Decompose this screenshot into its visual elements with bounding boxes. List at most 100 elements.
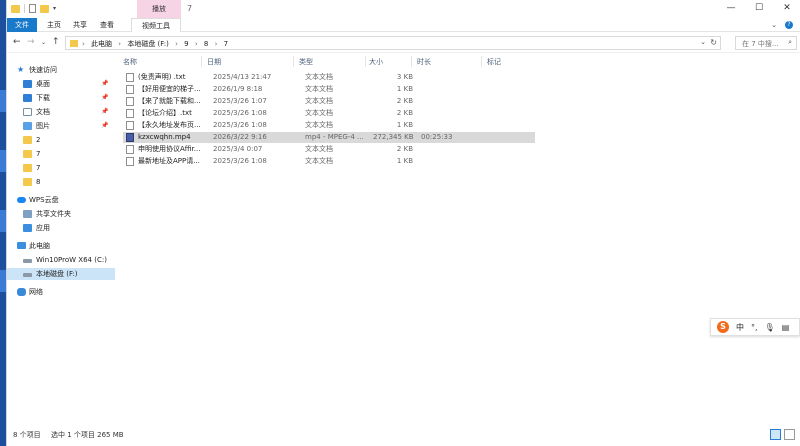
column-header-name[interactable]: 名称 — [123, 57, 137, 67]
pin-icon[interactable]: 📌 — [101, 120, 108, 132]
customize-toolbar-icon[interactable]: ▾ — [53, 5, 56, 12]
pin-icon[interactable]: 📌 — [101, 106, 108, 118]
column-divider[interactable] — [365, 56, 366, 67]
column-header-date[interactable]: 日期 — [207, 57, 221, 67]
large-icons-view-icon[interactable] — [784, 429, 795, 440]
breadcrumb-7[interactable]: 7 — [224, 40, 228, 48]
refresh-icon[interactable]: ↻ — [710, 38, 717, 47]
nav-item-folder-7a[interactable]: 7 — [7, 148, 115, 160]
nav-quick-access[interactable]: ★ 快速访问 — [7, 64, 115, 76]
column-header-length[interactable]: 时长 — [417, 57, 431, 67]
column-divider[interactable] — [293, 56, 294, 67]
table-row[interactable]: 最新地址及APP请... 2025/3/26 1:08 文本文档 1 KB — [123, 156, 535, 167]
maximize-button[interactable]: ☐ — [745, 0, 773, 18]
nav-item-folder-7b[interactable]: 7 — [7, 162, 115, 174]
file-name: 【来了就能下载和... — [138, 97, 201, 105]
table-row[interactable]: 【好用便宜的梯子... 2026/1/9 8:18 文本文档 1 KB — [123, 84, 535, 95]
nav-item-desktop[interactable]: 桌面 📌 — [7, 78, 115, 90]
nav-label: 下载 — [36, 94, 50, 102]
chevron-right-icon[interactable]: › — [118, 40, 121, 48]
table-row[interactable]: kzxcwqhn.mp4 2026/3/22 9:16 mp4 - MPEG-4 .… — [123, 132, 535, 143]
tab-file[interactable]: 文件 — [7, 18, 37, 32]
nav-item-apps[interactable]: 应用 — [7, 222, 115, 234]
nav-item-documents[interactable]: 文档 📌 — [7, 106, 115, 118]
table-row[interactable]: (免责声明) .txt 2025/4/13 21:47 文本文档 3 KB — [123, 72, 535, 83]
text-file-icon — [126, 97, 134, 106]
column-divider[interactable] — [481, 56, 482, 67]
nav-item-downloads[interactable]: 下载 📌 — [7, 92, 115, 104]
expand-ribbon-icon[interactable]: ⌄ — [771, 21, 777, 29]
punctuation-icon[interactable]: °, — [751, 323, 758, 332]
breadcrumb-8[interactable]: 8 — [204, 40, 208, 48]
window-title: 7 — [187, 4, 193, 13]
column-header-size[interactable]: 大小 — [369, 57, 383, 67]
tab-home[interactable]: 主页 — [43, 18, 65, 32]
address-dropdown-icon[interactable]: ⌄ — [700, 38, 706, 46]
back-arrow-icon[interactable]: ← — [13, 37, 21, 47]
tab-view[interactable]: 查看 — [96, 18, 118, 32]
nav-item-shared-folder[interactable]: 共享文件夹 — [7, 208, 115, 220]
tab-video-tools[interactable]: 视频工具 — [131, 18, 181, 32]
details-view-icon[interactable] — [770, 429, 781, 440]
nav-item-folder-8[interactable]: 8 — [7, 176, 115, 188]
column-divider[interactable] — [201, 56, 202, 67]
forward-arrow-icon[interactable]: → — [27, 37, 35, 47]
breadcrumb-drive-f[interactable]: 本地磁盘 (F:) — [127, 40, 169, 48]
column-divider[interactable] — [411, 56, 412, 67]
computer-icon — [17, 242, 26, 249]
tab-share[interactable]: 共享 — [69, 18, 91, 32]
table-row[interactable]: 【永久地址发布页... 2025/3/26 1:08 文本文档 1 KB — [123, 120, 535, 131]
up-arrow-icon[interactable]: ↑ — [52, 37, 60, 47]
recent-locations-icon[interactable]: ⌄ — [41, 39, 46, 46]
nav-label: 图片 — [36, 122, 50, 130]
navigation-pane: ★ 快速访问 桌面 📌 下载 📌 文档 📌 图片 📌 2 7 7 8 WPS云盘… — [7, 54, 115, 426]
folder-icon — [23, 150, 32, 158]
minimize-button[interactable]: — — [717, 0, 745, 18]
nav-item-folder-2[interactable]: 2 — [7, 134, 115, 146]
file-date: 2025/3/4 0:07 — [213, 145, 263, 153]
pin-icon[interactable]: 📌 — [101, 78, 108, 90]
column-header-type[interactable]: 类型 — [299, 57, 313, 67]
search-box[interactable]: 在 7 中搜... ⌕ — [735, 36, 797, 50]
sogou-logo-icon[interactable]: S — [717, 321, 729, 333]
column-header-tags[interactable]: 标记 — [487, 57, 501, 67]
ribbon-right-controls: ⌄ ? — [771, 21, 793, 29]
nav-item-drive-c[interactable]: Win10ProW X64 (C:) — [7, 254, 115, 266]
chevron-right-icon[interactable]: › — [195, 40, 198, 48]
new-folder-icon[interactable] — [40, 4, 49, 13]
chevron-right-icon[interactable]: › — [175, 40, 178, 48]
quick-access-toolbar: ▾ — [11, 4, 56, 13]
file-size: 2 KB — [396, 109, 413, 117]
folder-icon — [11, 4, 20, 13]
nav-item-drive-f[interactable]: 本地磁盘 (F:) — [7, 268, 115, 280]
close-button[interactable]: ✕ — [773, 0, 800, 18]
nav-network[interactable]: 网络 — [7, 286, 115, 298]
nav-label: 本地磁盘 (F:) — [36, 270, 78, 278]
contextual-tab-play[interactable]: 播放 — [137, 0, 181, 18]
file-name: 最新地址及APP请... — [138, 157, 200, 165]
chevron-right-icon[interactable]: › — [215, 40, 218, 48]
ime-language-toggle[interactable]: 中 — [736, 322, 744, 333]
microphone-icon[interactable]: 🎙 — [765, 323, 775, 332]
file-type: mp4 - MPEG-4 ... — [305, 133, 364, 141]
nav-wps-cloud[interactable]: WPS云盘 — [7, 194, 115, 206]
help-icon[interactable]: ? — [785, 21, 793, 29]
table-row[interactable]: 【来了就能下载和... 2025/3/26 1:07 文本文档 2 KB — [123, 96, 535, 107]
pin-icon[interactable]: 📌 — [101, 92, 108, 104]
address-bar[interactable]: › 此电脑 › 本地磁盘 (F:) › 9 › 8 › 7 ⌄ ↻ — [65, 36, 721, 50]
nav-label: 网络 — [29, 288, 43, 296]
text-file-icon — [126, 157, 134, 166]
table-row[interactable]: 【论坛介绍】.txt 2025/3/26 1:08 文本文档 2 KB — [123, 108, 535, 119]
properties-icon[interactable] — [29, 4, 36, 13]
search-input[interactable]: 在 7 中搜... — [742, 39, 779, 49]
cloud-icon — [17, 197, 26, 203]
file-date: 2025/3/26 1:08 — [213, 157, 267, 165]
breadcrumb-this-pc[interactable]: 此电脑 — [91, 40, 112, 48]
nav-item-pictures[interactable]: 图片 📌 — [7, 120, 115, 132]
chevron-right-icon[interactable]: › — [82, 40, 85, 48]
file-date: 2025/3/26 1:08 — [213, 121, 267, 129]
table-row[interactable]: 申明使用协议Affir... 2025/3/4 0:07 文本文档 2 KB — [123, 144, 535, 155]
breadcrumb-9[interactable]: 9 — [184, 40, 188, 48]
nav-this-pc[interactable]: 此电脑 — [7, 240, 115, 252]
keyboard-icon[interactable]: ▤ — [782, 323, 790, 332]
